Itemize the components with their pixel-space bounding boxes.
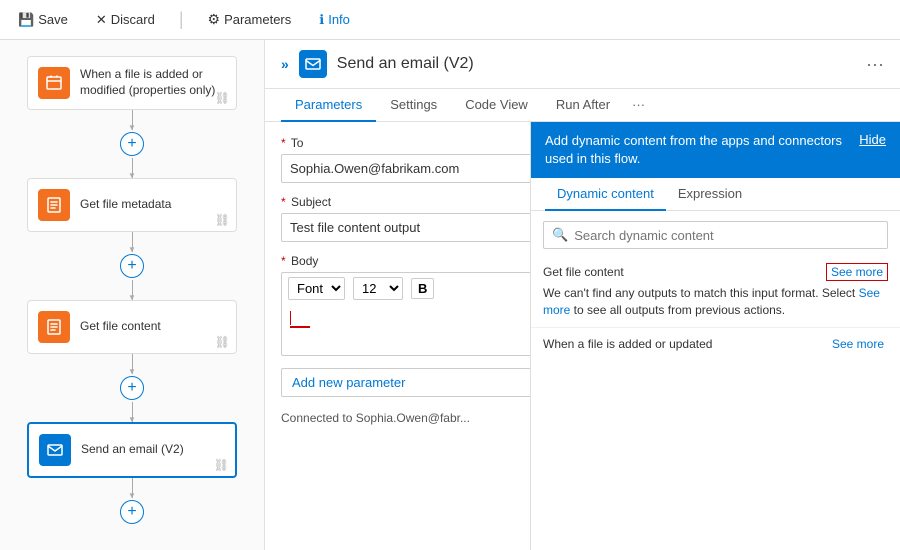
form-area: * To * Subject * Body Font 12 <box>265 122 900 550</box>
action-more-icon[interactable]: ··· <box>866 54 884 75</box>
tab-more-icon[interactable]: ··· <box>624 89 653 122</box>
parameters-icon: ⚙ <box>208 11 221 28</box>
node-get-content-icon <box>38 311 70 343</box>
save-label: Save <box>38 12 68 27</box>
when-file-header: When a file is added or updated See more <box>543 336 888 352</box>
node-get-metadata-link-icon: ⛓ <box>215 213 230 227</box>
node-trigger-link-icon: ⛓ <box>215 91 230 105</box>
dynamic-section-when-file: When a file is added or updated See more <box>531 328 900 360</box>
node-send-email-label: Send an email (V2) <box>81 442 184 458</box>
node-trigger[interactable]: When a file is added or modified (proper… <box>27 56 237 110</box>
node-send-email-link-icon: ⛓ <box>214 458 229 472</box>
dynamic-content-list: Get file content See more We can't find … <box>531 255 900 550</box>
dynamic-section-get-file-header: Get file content See more <box>543 263 888 281</box>
add-btn-4[interactable]: + <box>120 500 144 524</box>
toolbar: 💾 Save ✕ Discard | ⚙ Parameters ℹ Info <box>0 0 900 40</box>
node-get-metadata[interactable]: Get file metadata ⛓ <box>27 178 237 232</box>
cursor <box>290 311 291 325</box>
dynamic-hide-button[interactable]: Hide <box>859 132 886 147</box>
expand-icon[interactable]: » <box>281 56 289 72</box>
tab-run-after[interactable]: Run After <box>542 89 624 122</box>
search-icon: 🔍 <box>552 227 568 243</box>
see-more-button-2[interactable]: See more <box>828 336 888 352</box>
connector-6 <box>132 402 133 422</box>
parameters-button[interactable]: ⚙ Parameters <box>202 7 298 32</box>
node-get-content-label: Get file content <box>80 319 161 335</box>
dynamic-search-container: 🔍 <box>543 221 888 249</box>
dynamic-tab-expression[interactable]: Expression <box>666 178 754 211</box>
node-get-metadata-label: Get file metadata <box>80 197 171 213</box>
dynamic-section-get-file-title: Get file content <box>543 265 624 279</box>
tab-parameters[interactable]: Parameters <box>281 89 376 122</box>
node-get-content-link-icon: ⛓ <box>215 335 230 349</box>
node-trigger-icon <box>38 67 70 99</box>
main-layout: When a file is added or modified (proper… <box>0 40 900 550</box>
add-btn-1[interactable]: + <box>120 132 144 156</box>
right-panel: » Send an email (V2) ··· Parameters Sett… <box>265 40 900 550</box>
node-send-email-icon <box>39 434 71 466</box>
dynamic-tab-content[interactable]: Dynamic content <box>545 178 666 211</box>
connector-4 <box>132 280 133 300</box>
add-btn-2[interactable]: + <box>120 254 144 278</box>
sidebar: When a file is added or modified (proper… <box>0 40 265 550</box>
info-button[interactable]: ℹ Info <box>313 8 356 32</box>
size-select[interactable]: 12 <box>353 277 403 300</box>
parameters-label: Parameters <box>224 12 291 27</box>
action-title: Send an email (V2) <box>337 55 474 73</box>
connector-2 <box>132 158 133 178</box>
node-trigger-label: When a file is added or modified (proper… <box>80 67 226 98</box>
discard-label: Discard <box>111 12 155 27</box>
dynamic-section-get-file-desc: We can't find any outputs to match this … <box>543 285 888 319</box>
info-icon: ℹ <box>319 12 324 28</box>
connector-1 <box>132 110 133 130</box>
dynamic-panel: Add dynamic content from the apps and co… <box>530 122 900 550</box>
font-select[interactable]: Font <box>288 277 345 300</box>
discard-icon: ✕ <box>96 12 107 28</box>
tab-settings[interactable]: Settings <box>376 89 451 122</box>
action-header: » Send an email (V2) ··· <box>265 40 900 89</box>
dynamic-section-get-file: Get file content See more We can't find … <box>531 255 900 328</box>
bold-button[interactable]: B <box>411 278 434 299</box>
connector-7 <box>132 478 133 498</box>
connector-5 <box>132 354 133 374</box>
dynamic-tabs: Dynamic content Expression <box>531 178 900 211</box>
node-get-metadata-icon <box>38 189 70 221</box>
dynamic-header: Add dynamic content from the apps and co… <box>531 122 900 178</box>
save-icon: 💾 <box>18 12 34 28</box>
discard-button[interactable]: ✕ Discard <box>90 8 161 32</box>
dynamic-header-text: Add dynamic content from the apps and co… <box>545 132 859 168</box>
tab-code-view[interactable]: Code View <box>451 89 542 122</box>
connector-3 <box>132 232 133 252</box>
tabs: Parameters Settings Code View Run After … <box>265 89 900 122</box>
add-btn-3[interactable]: + <box>120 376 144 400</box>
node-send-email[interactable]: Send an email (V2) ⛓ <box>27 422 237 478</box>
see-more-button-1[interactable]: See more <box>826 263 888 281</box>
when-file-title: When a file is added or updated <box>543 337 712 351</box>
info-label: Info <box>328 12 350 27</box>
action-icon <box>299 50 327 78</box>
separator: | <box>179 9 184 30</box>
cursor-underline <box>290 326 310 328</box>
node-get-content[interactable]: Get file content ⛓ <box>27 300 237 354</box>
see-more-inline-link[interactable]: See more <box>543 286 880 317</box>
dynamic-search-input[interactable] <box>574 228 879 243</box>
save-button[interactable]: 💾 Save <box>12 8 74 32</box>
